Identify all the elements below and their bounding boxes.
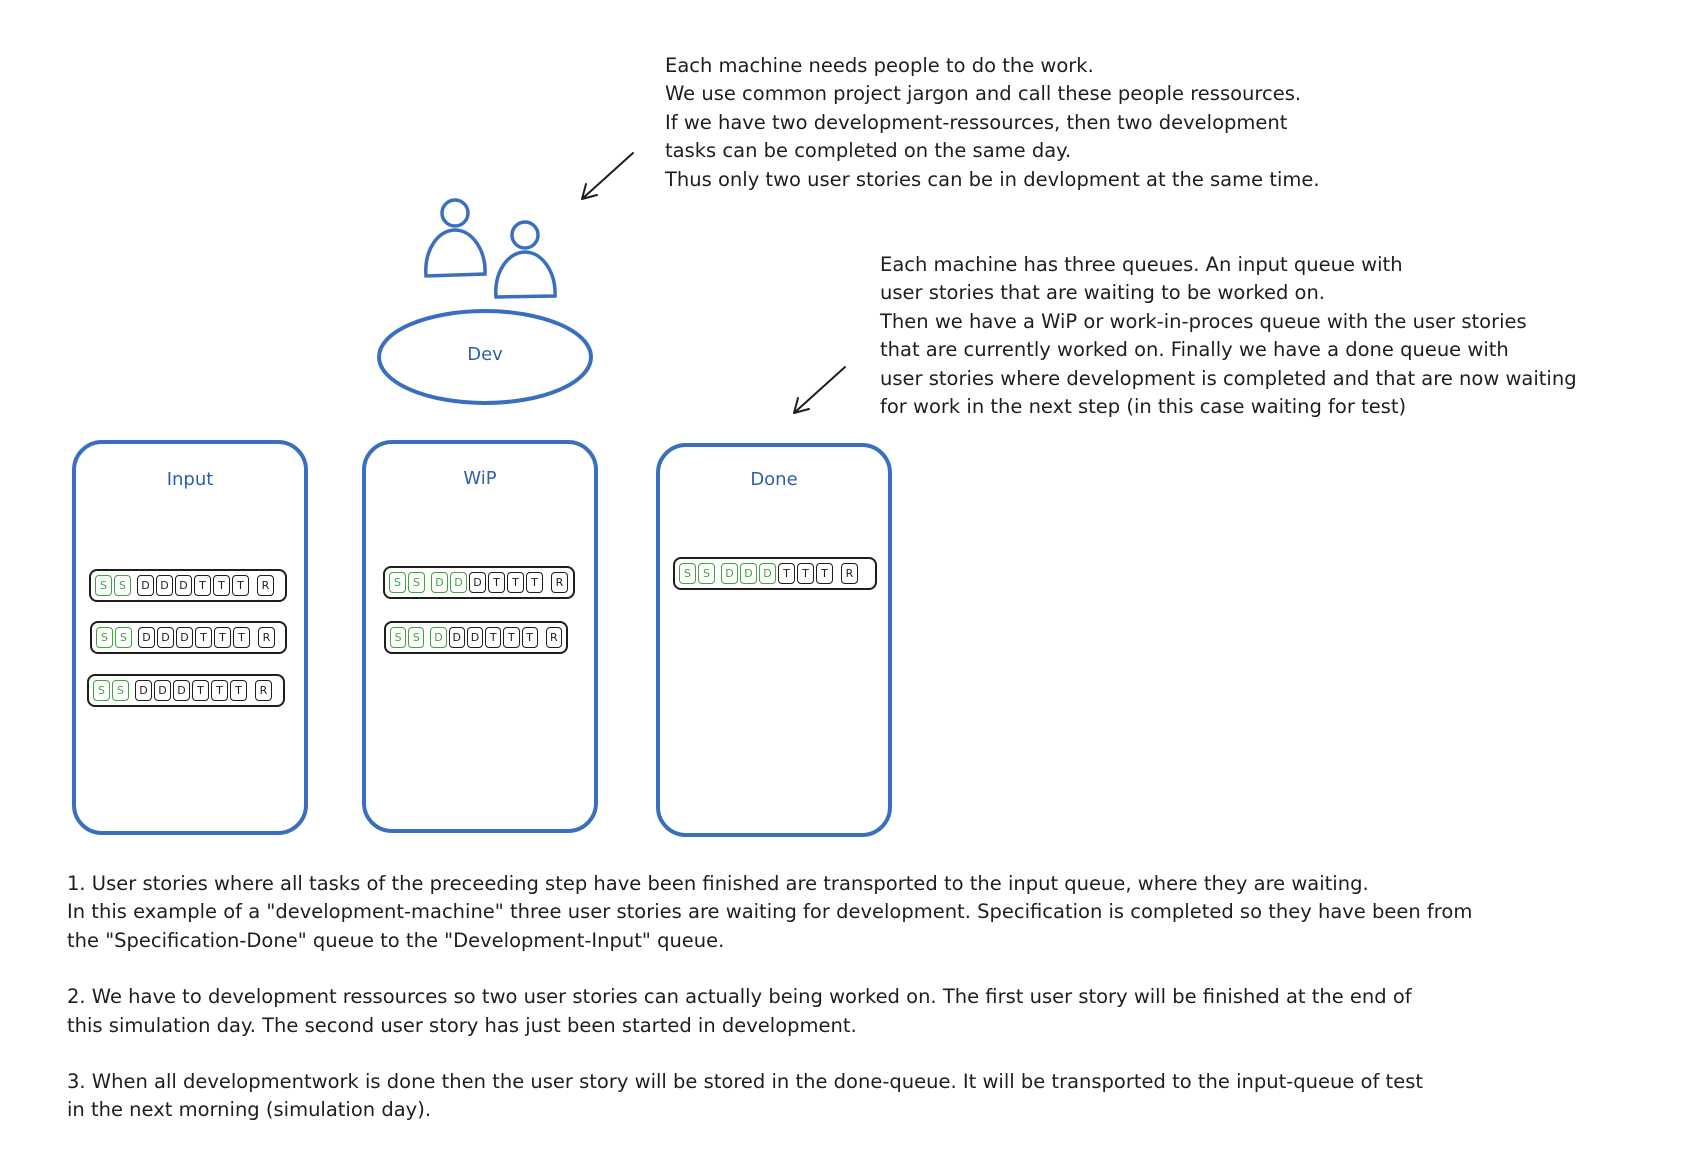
machine-label: Dev [467, 344, 503, 365]
done-queue: Done SSDDDTTTR [656, 443, 892, 837]
note-line: We use common project jargon and call th… [665, 82, 1302, 106]
note-queues: Each machine has three queues. An input … [880, 251, 1577, 421]
note-line: user stories that are waiting to be work… [880, 281, 1326, 305]
queue-label: WiP [463, 468, 497, 489]
task-completed: D [450, 572, 467, 593]
task-open: D [138, 627, 155, 648]
task-open: T [232, 575, 249, 596]
task-completed: S [112, 680, 129, 701]
task-completed: D [759, 563, 776, 584]
task-completed: D [431, 572, 448, 593]
user-story-card: SSDDDTTTR [383, 566, 575, 599]
people-icon [424, 198, 557, 299]
task-completed: D [430, 627, 447, 648]
note-line: tasks can be completed on the same day. [665, 139, 1072, 163]
task-completed: S [115, 627, 132, 648]
task-open: R [258, 627, 275, 648]
task-open: D [156, 575, 173, 596]
task-completed: S [93, 680, 110, 701]
explanation-line: 3. When all developmentwork is done then… [67, 1070, 1424, 1094]
task-open: D [176, 627, 193, 648]
diagram-canvas: Dev Each machine needs people to do the … [0, 0, 1694, 1170]
task-open: T [503, 627, 520, 648]
user-story-card: SSDDDTTTR [87, 674, 285, 707]
task-completed: S [390, 627, 407, 648]
task-completed: S [408, 627, 425, 648]
task-open: T [526, 572, 543, 593]
task-open: R [551, 572, 568, 593]
task-open: T [230, 680, 247, 701]
note-resources: Each machine needs people to do the work… [665, 52, 1320, 194]
user-story-card: SSDDDTTTR [384, 621, 568, 654]
task-open: T [233, 627, 250, 648]
task-open: D [175, 575, 192, 596]
explanation: 1. User stories where all tasks of the p… [67, 870, 1472, 1125]
task-open: R [257, 575, 274, 596]
note-line: that are currently worked on. Finally we… [880, 338, 1509, 362]
task-open: T [211, 680, 228, 701]
task-open: T [195, 627, 212, 648]
task-open: T [507, 572, 524, 593]
task-open: T [485, 627, 502, 648]
task-open: T [816, 563, 833, 584]
queue-label: Done [750, 469, 798, 490]
task-open: D [448, 627, 465, 648]
task-completed: S [114, 575, 131, 596]
note-line: Each machine has three queues. An input … [880, 253, 1403, 276]
task-open: T [521, 627, 538, 648]
explanation-line: this simulation day. The second user sto… [67, 1013, 857, 1037]
task-open: T [488, 572, 505, 593]
task-open: R [545, 627, 562, 648]
task-completed: D [740, 563, 757, 584]
explanation-line: in the next morning (simulation day). [67, 1098, 432, 1122]
queue-label: Input [166, 469, 214, 490]
user-story-card: SSDDDTTTR [89, 569, 287, 602]
user-story-card: SSDDDTTTR [673, 557, 877, 590]
task-open: T [192, 680, 209, 701]
note-line: user stories where development is comple… [880, 366, 1577, 390]
note-line: Thus only two user stories can be in dev… [665, 167, 1320, 191]
user-story-card: SSDDDTTTR [90, 621, 287, 654]
task-completed: S [389, 572, 406, 593]
task-open: D [466, 627, 484, 648]
task-open: D [157, 627, 174, 648]
task-completed: S [95, 575, 112, 596]
task-open: T [778, 563, 795, 584]
note-line: Then we have a WiP or work-in-proces que… [880, 309, 1527, 333]
task-open: T [214, 627, 231, 648]
explanation-line: In this example of a "development-machin… [67, 900, 1473, 924]
task-open: R [255, 680, 272, 701]
task-open: T [194, 575, 211, 596]
explanation-line: the "Specification-Done" queue to the "D… [67, 928, 725, 952]
wip-queue: WiP SSDDDTTTRSSDDDTTTR [362, 440, 598, 833]
input-queue: Input SSDDDTTTRSSDDDTTTRSSDDDTTTR [72, 440, 308, 835]
task-completed: S [408, 572, 425, 593]
task-open: D [135, 680, 152, 701]
task-completed: S [698, 563, 715, 584]
explanation-line: 2. We have to development ressources so … [67, 985, 1412, 1009]
arrow-to-queues [793, 366, 846, 414]
explanation-line: 1. User stories where all tasks of the p… [67, 872, 1369, 895]
task-open: D [137, 575, 154, 596]
task-open: D [173, 680, 190, 701]
note-line: for work in the next step (in this case … [880, 395, 1407, 419]
task-open: T [797, 563, 814, 584]
task-open: T [213, 575, 230, 596]
note-line: If we have two development-ressources, t… [665, 110, 1288, 134]
task-completed: D [721, 563, 738, 584]
task-open: R [841, 563, 858, 584]
task-open: D [469, 572, 486, 593]
arrow-to-people [581, 152, 634, 200]
note-line: Each machine needs people to do the work… [665, 54, 1094, 77]
task-completed: S [96, 627, 113, 648]
task-completed: S [679, 563, 696, 584]
task-open: D [154, 680, 171, 701]
